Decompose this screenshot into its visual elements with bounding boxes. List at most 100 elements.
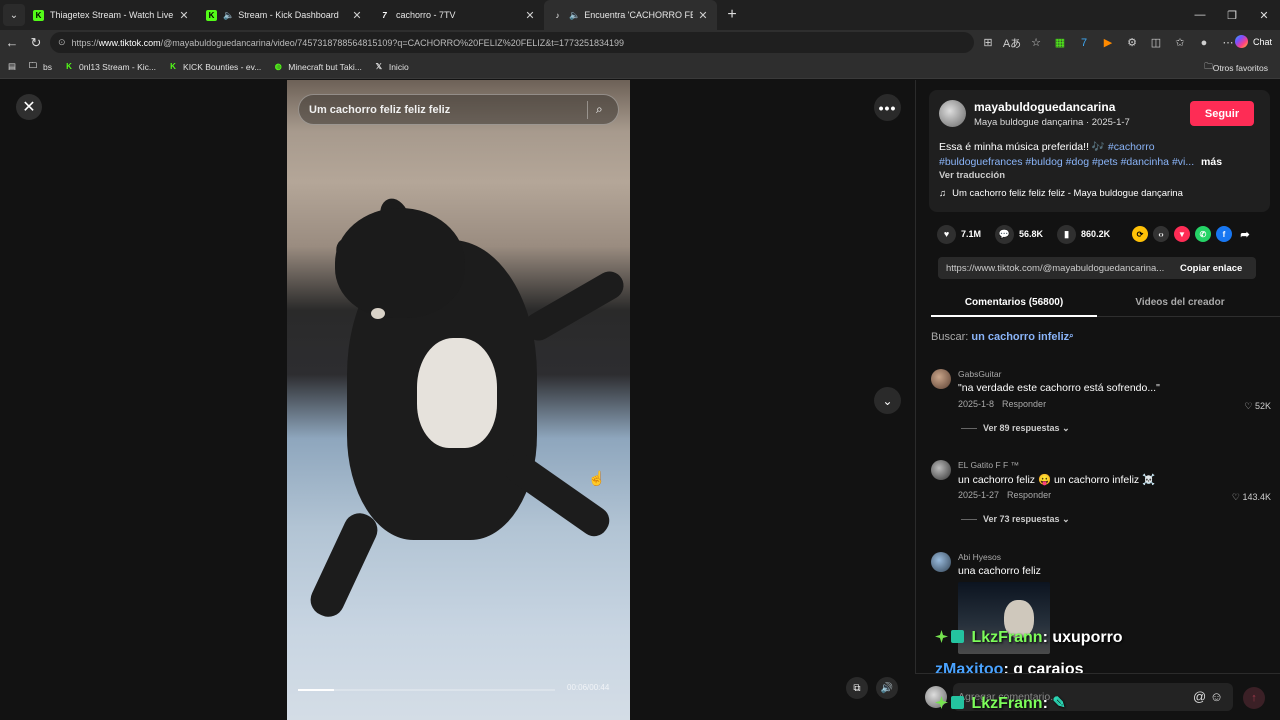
browser-tab-3[interactable]: 7 cachorro - 7TV ✕ <box>371 0 544 30</box>
hashtag-link[interactable]: #cachorro <box>1108 141 1155 153</box>
bookmark-label: Minecraft but Taki... <box>288 61 362 72</box>
extension-play-icon[interactable]: ▶ <box>1096 36 1120 49</box>
video-frame-shape <box>417 338 497 448</box>
mouse-cursor-icon: ☝ <box>588 470 606 486</box>
video-frame-shape <box>305 507 383 623</box>
copy-link-button[interactable]: Copiar enlace <box>1174 263 1242 274</box>
video-frame-shape <box>519 266 629 346</box>
related-search-link[interactable]: un cachorro infeliz <box>971 331 1069 343</box>
browser-tab-2[interactable]: K 🔈 Stream - Kick Dashboard ✕ <box>198 0 371 30</box>
post-comment-button[interactable]: ↑ <box>1243 687 1265 709</box>
next-video-button[interactable]: ⌄ <box>874 387 901 414</box>
minimize-icon[interactable]: — <box>1184 0 1216 30</box>
reply-button[interactable]: Responder <box>1007 490 1051 500</box>
toolbar-icons: ⊞ Aあ ☆ ▦ 7 ▶ ⚙ ◫ ✩ ● ⋯ <box>976 30 1240 55</box>
comment-button[interactable]: 💬 56.8K <box>995 224 1043 244</box>
related-search: Buscar: un cachorro infeliz⌕ <box>931 331 1074 343</box>
video-progress-fill <box>298 689 334 691</box>
new-tab-button[interactable]: + <box>721 6 743 24</box>
search-input[interactable]: Um cachorro feliz feliz feliz <box>309 104 587 116</box>
mention-icon[interactable]: @ <box>1193 689 1206 704</box>
extension-green-icon[interactable]: ▦ <box>1048 36 1072 49</box>
embed-icon[interactable]: ‹› <box>1153 226 1169 242</box>
comment-text: un cachorro feliz 😛 un cachorro infeliz … <box>958 474 1156 486</box>
author-avatar[interactable] <box>939 100 966 127</box>
avatar[interactable] <box>931 552 951 572</box>
profile-avatar[interactable]: ● <box>1192 37 1216 49</box>
close-window-icon[interactable]: ✕ <box>1248 0 1280 30</box>
speaker-icon[interactable]: 🔈 <box>569 10 580 21</box>
back-icon[interactable]: ← <box>0 35 24 50</box>
picture-in-picture-button[interactable]: ⧉ <box>846 677 868 699</box>
video-player[interactable] <box>287 80 630 720</box>
url-field[interactable]: ⊙ https://www.tiktok.com/@mayabuldogueda… <box>50 32 974 53</box>
comment-like-button[interactable]: ♡ 52K <box>1244 401 1271 412</box>
save-button[interactable]: ▮ 860.2K <box>1057 224 1110 244</box>
video-search-bar[interactable]: Um cachorro feliz feliz feliz ⌕ <box>298 94 619 125</box>
bookmark-0nl13-stream[interactable]: K 0nl13 Stream - Kic... <box>64 62 156 72</box>
bookmark-kick-bounties[interactable]: K KICK Bounties - ev... <box>168 62 261 72</box>
extension-7tv-icon[interactable]: 7 <box>1072 37 1096 49</box>
view-replies-button[interactable]: Ver 89 respuestas ⌄ <box>961 423 1070 434</box>
more-link[interactable]: más <box>1201 156 1222 168</box>
tab-creator-videos[interactable]: Videos del creador <box>1097 297 1263 308</box>
related-search-prefix: Buscar: <box>931 331 969 343</box>
video-frame-shape <box>335 208 465 318</box>
close-tab-icon[interactable]: ✕ <box>524 9 536 22</box>
comment-username[interactable]: EL Gatito F F ™ <box>958 460 1019 470</box>
bookmark-bs[interactable]: 🗀 bs <box>28 61 52 72</box>
browser-tab-1[interactable]: K Thiagetex Stream - Watch Live on ✕ <box>25 0 198 30</box>
hashtag-links[interactable]: #buldoguefrances #buldog #dog #pets #dan… <box>939 156 1194 168</box>
repost-icon[interactable]: ⟳ <box>1132 226 1148 242</box>
comment-like-button[interactable]: ♡ 143.4K <box>1232 492 1271 503</box>
close-video-button[interactable]: ✕ <box>16 94 42 120</box>
bookmark-minecraft[interactable]: ◍ Minecraft but Taki... <box>273 62 362 72</box>
follow-button[interactable]: Seguir <box>1190 101 1254 126</box>
site-info-icon[interactable]: ⊙ <box>58 37 66 48</box>
copilot-chat-button[interactable]: Chat <box>1234 35 1272 48</box>
comment-username[interactable]: GabsGuitar <box>958 369 1001 379</box>
read-aloud-icon[interactable]: Aあ <box>1000 35 1024 51</box>
more-options-button[interactable]: ••• <box>874 94 901 121</box>
other-favorites[interactable]: 🗀 Otros favoritos <box>1204 61 1268 75</box>
favorites-icon[interactable]: ✩ <box>1168 36 1192 49</box>
share-link-text[interactable]: https://www.tiktok.com/@mayabuldoguedanc… <box>938 263 1174 274</box>
bookmark-inicio[interactable]: 𝕏 Inicio <box>374 62 409 72</box>
browser-tab-4[interactable]: ♪ 🔈 Encuentra 'CACHORRO FELIZ ✕ <box>544 0 717 30</box>
close-tab-icon[interactable]: ✕ <box>351 9 363 22</box>
tab-actions-menu[interactable]: ⌄ <box>3 4 25 26</box>
tab-title: cachorro - 7TV <box>396 10 456 20</box>
avatar[interactable] <box>931 460 951 480</box>
close-tab-icon[interactable]: ✕ <box>697 9 709 22</box>
like-button[interactable]: ♥ 7.1M <box>937 224 981 244</box>
volume-button[interactable]: 🔊 <box>876 677 898 699</box>
comment-username[interactable]: Abi Hyesos <box>958 552 1001 562</box>
whatsapp-icon[interactable]: ✆ <box>1195 226 1211 242</box>
app-available-icon[interactable]: ⊞ <box>976 36 1000 49</box>
avatar[interactable] <box>931 369 951 389</box>
extensions-icon[interactable]: ⚙ <box>1120 36 1144 49</box>
speaker-icon[interactable]: 🔈 <box>223 10 234 21</box>
music-link[interactable]: ♫ Um cachorro feliz feliz feliz - Maya bu… <box>939 188 1183 199</box>
facebook-icon[interactable]: f <box>1216 226 1232 242</box>
search-icon[interactable]: ⌕ <box>596 102 618 117</box>
split-screen-icon[interactable]: ◫ <box>1144 36 1168 49</box>
view-replies-button[interactable]: Ver 73 respuestas ⌄ <box>961 514 1070 525</box>
tab-title: Stream - Kick Dashboard <box>238 10 339 20</box>
arrow-up-icon: ↑ <box>1251 692 1257 704</box>
reload-icon[interactable]: ↻ <box>24 35 48 51</box>
tab-comments[interactable]: Comentarios (56800) <box>931 297 1097 308</box>
translate-link[interactable]: Ver traducción <box>939 170 1005 181</box>
author-username[interactable]: mayabuldoguedancarina <box>974 100 1115 114</box>
send-to-friends-icon[interactable]: ▼ <box>1174 226 1190 242</box>
bookmarks-sidebar-icon[interactable]: ▤ <box>8 61 16 72</box>
favorite-star-icon[interactable]: ☆ <box>1024 36 1048 49</box>
reply-button[interactable]: Responder <box>1002 399 1046 409</box>
share-arrow-icon[interactable]: ➦ <box>1237 226 1253 242</box>
close-tab-icon[interactable]: ✕ <box>178 9 190 22</box>
emoji-icon[interactable]: ☺ <box>1210 689 1223 704</box>
folder-icon: 🗀 <box>1204 61 1213 71</box>
maximize-icon[interactable]: ❐ <box>1216 0 1248 30</box>
x-icon: 𝕏 <box>375 62 383 71</box>
video-progress-bar[interactable] <box>298 689 555 691</box>
